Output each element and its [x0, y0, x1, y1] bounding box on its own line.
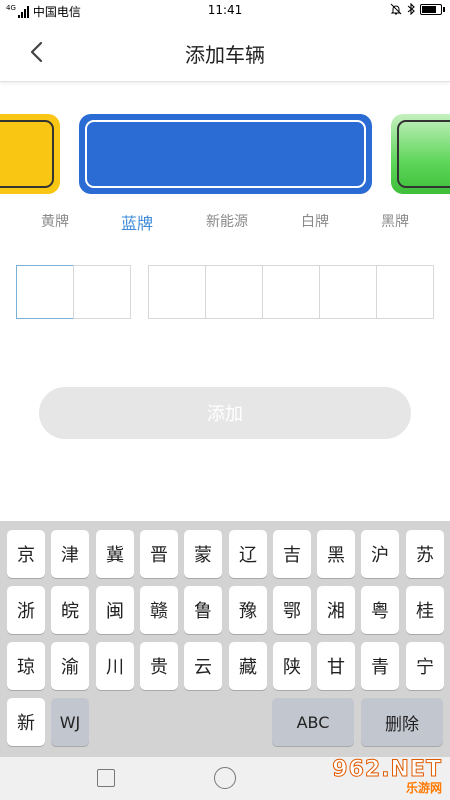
province-key[interactable]: 川	[96, 642, 134, 690]
province-key[interactable]: 晋	[140, 530, 178, 578]
abc-key[interactable]: ABC	[272, 698, 354, 746]
province-key[interactable]: 辽	[229, 530, 267, 578]
back-button[interactable]	[18, 34, 54, 70]
plate-border	[0, 120, 54, 188]
province-key[interactable]: 赣	[140, 586, 178, 634]
province-key[interactable]: 闽	[96, 586, 134, 634]
plate-type-white[interactable]: 白牌	[275, 211, 355, 231]
key-xin[interactable]: 新	[7, 698, 45, 746]
delete-key[interactable]: 删除	[361, 698, 443, 746]
status-right	[390, 3, 445, 15]
plate-cell-1[interactable]	[16, 265, 74, 319]
plate-blue[interactable]	[79, 114, 372, 194]
home-button[interactable]	[214, 767, 236, 789]
province-key[interactable]: 津	[51, 530, 89, 578]
battery-fill	[422, 5, 436, 13]
recents-button[interactable]	[97, 769, 115, 787]
province-key[interactable]: 黑	[317, 530, 355, 578]
plate-type-yellow[interactable]: 黄牌	[15, 211, 95, 231]
province-key[interactable]: 鄂	[273, 586, 311, 634]
watermark-logo: 962.NET 乐游网	[332, 757, 442, 795]
watermark-top: 962.NET	[332, 757, 442, 782]
province-key[interactable]: 皖	[51, 586, 89, 634]
province-key[interactable]: 宁	[406, 642, 444, 690]
province-key[interactable]: 琼	[7, 642, 45, 690]
province-key[interactable]: 甘	[317, 642, 355, 690]
header: 添加车辆	[0, 22, 450, 82]
plate-green[interactable]	[391, 114, 450, 194]
add-vehicle-button[interactable]: 添加	[39, 387, 411, 439]
page-title: 添加车辆	[185, 43, 265, 67]
plate-number-input[interactable]	[0, 265, 450, 320]
key-wj[interactable]: WJ	[51, 698, 89, 746]
province-key[interactable]: 青	[361, 642, 399, 690]
plate-cell-4[interactable]	[205, 265, 263, 319]
plate-cell-6[interactable]	[319, 265, 377, 319]
province-key[interactable]: 豫	[229, 586, 267, 634]
province-keyboard: 新 WJ ABC 删除 京津冀晋蒙辽吉黑沪苏浙皖闽赣鲁豫鄂湘粤桂琼渝川贵云藏陕甘…	[0, 521, 450, 757]
plate-type-black[interactable]: 黑牌	[355, 211, 435, 231]
province-key[interactable]: 鲁	[184, 586, 222, 634]
province-key[interactable]: 京	[7, 530, 45, 578]
plate-border	[85, 120, 366, 188]
plate-type-labels: 黄牌 蓝牌 新能源 白牌 黑牌	[0, 211, 450, 233]
plate-carousel[interactable]	[0, 114, 450, 196]
plate-cell-3[interactable]	[148, 265, 206, 319]
plate-border	[397, 120, 450, 188]
plate-type-blue[interactable]: 蓝牌	[97, 210, 177, 234]
plate-cell-5[interactable]	[262, 265, 320, 319]
plate-cell-2[interactable]	[73, 265, 131, 319]
watermark-bottom: 乐游网	[405, 781, 442, 795]
province-key[interactable]: 苏	[406, 530, 444, 578]
chevron-left-icon	[30, 41, 43, 63]
province-key[interactable]: 冀	[96, 530, 134, 578]
province-key[interactable]: 吉	[273, 530, 311, 578]
province-key[interactable]: 贵	[140, 642, 178, 690]
plate-cell-7[interactable]	[376, 265, 434, 319]
province-key[interactable]: 蒙	[184, 530, 222, 578]
province-key[interactable]: 湘	[317, 586, 355, 634]
province-key[interactable]: 粤	[361, 586, 399, 634]
plate-yellow[interactable]	[0, 114, 60, 194]
province-key[interactable]: 云	[184, 642, 222, 690]
province-key[interactable]: 渝	[51, 642, 89, 690]
province-key[interactable]: 陕	[273, 642, 311, 690]
battery-icon	[420, 3, 445, 15]
status-bar: 4G 中国电信 11:41	[0, 0, 450, 22]
province-key[interactable]: 藏	[229, 642, 267, 690]
mute-icon	[390, 3, 402, 15]
plate-type-new-energy[interactable]: 新能源	[187, 211, 267, 231]
navigation-bar: 962.NET 乐游网	[0, 757, 450, 800]
province-key[interactable]: 浙	[7, 586, 45, 634]
province-key[interactable]: 桂	[406, 586, 444, 634]
status-time: 11:41	[207, 3, 243, 17]
province-key[interactable]: 沪	[361, 530, 399, 578]
bluetooth-icon	[407, 3, 415, 15]
